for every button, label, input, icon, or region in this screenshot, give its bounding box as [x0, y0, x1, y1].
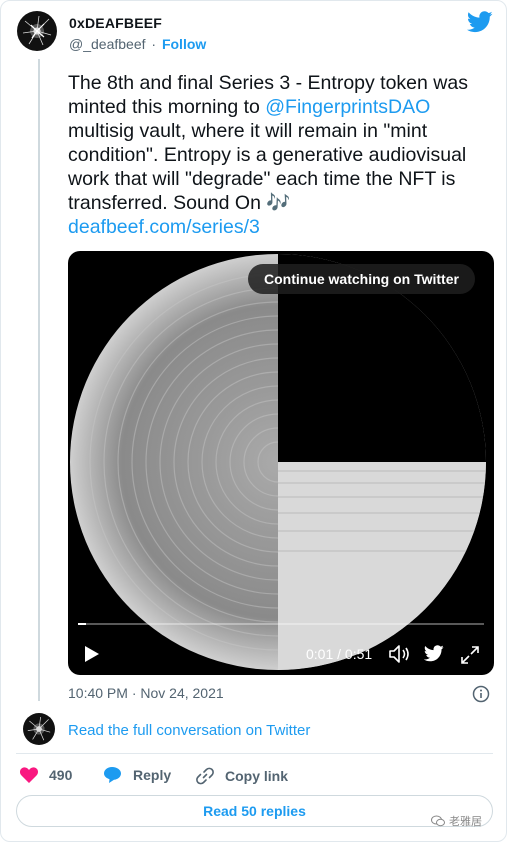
watermark: 老雅居	[431, 813, 482, 829]
like-count: 490	[49, 767, 73, 783]
divider	[16, 753, 493, 754]
video-time: 0:01 / 0:51	[306, 646, 373, 662]
tweet-card: 0xDEAFBEEF @_deafbeef · Follow The 8th a…	[0, 0, 507, 842]
reply-label: Reply	[133, 767, 172, 783]
url-link[interactable]: deafbeef.com/series/3	[68, 216, 260, 238]
copy-link-button[interactable]: Copy link	[195, 766, 288, 786]
watermark-text: 老雅居	[449, 816, 482, 828]
author-handle-row: @_deafbeef · Follow	[69, 36, 206, 52]
twitter-logo-icon[interactable]	[424, 645, 444, 662]
fullscreen-icon[interactable]	[460, 645, 480, 665]
mention-link[interactable]: @FingerprintsDAO	[265, 96, 430, 118]
link-icon	[196, 767, 214, 785]
follow-button[interactable]: Follow	[162, 36, 206, 52]
video-progress-bar[interactable]	[78, 623, 484, 625]
twitter-bird-icon[interactable]	[467, 11, 493, 33]
video-progress-fill	[78, 623, 87, 625]
author-name[interactable]: 0xDEAFBEEF	[69, 15, 162, 31]
video-frame	[70, 254, 486, 670]
author-avatar[interactable]	[17, 11, 57, 51]
continue-watching-button[interactable]: Continue watching on Twitter	[248, 264, 475, 294]
play-icon[interactable]	[84, 645, 100, 663]
wechat-icon	[431, 815, 445, 827]
music-notes-icon: 🎶	[266, 192, 291, 214]
tweet-timestamp[interactable]: 10:40 PM · Nov 24, 2021	[68, 685, 224, 701]
reply-button[interactable]: Reply	[103, 766, 171, 784]
heart-icon	[19, 767, 39, 783]
read-conversation-link[interactable]: Read the full conversation on Twitter	[68, 722, 310, 739]
tweet-text: The 8th and final Series 3 - Entropy tok…	[68, 71, 488, 239]
thread-line	[38, 59, 40, 701]
video-player[interactable]: Continue watching on Twitter 0:01 / 0:51	[68, 251, 494, 675]
author-handle[interactable]: @_deafbeef	[69, 36, 146, 52]
read-replies-button[interactable]: Read 50 replies	[16, 795, 493, 827]
volume-muted-icon[interactable]	[388, 643, 412, 665]
separator: ·	[151, 36, 157, 52]
info-icon[interactable]	[472, 685, 490, 703]
reply-bubble-icon	[104, 767, 121, 783]
copy-link-label: Copy link	[225, 768, 289, 784]
conversation-avatar[interactable]	[23, 713, 55, 745]
like-button[interactable]: 490	[19, 766, 72, 784]
